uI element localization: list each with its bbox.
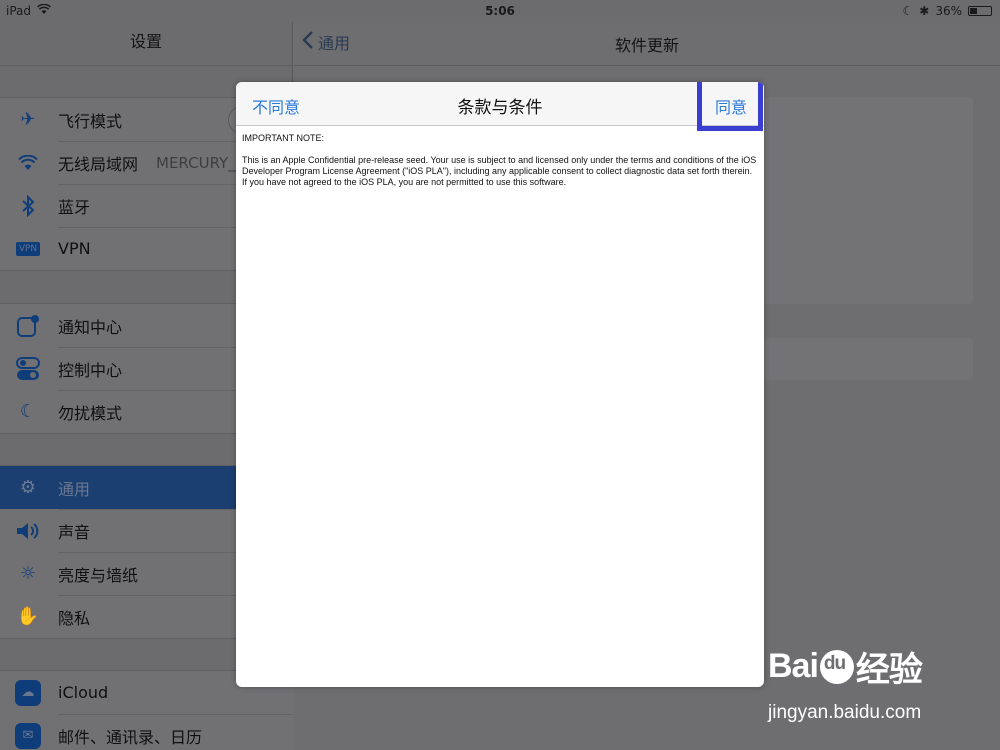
sidebar-item-label: VPN — [58, 239, 91, 258]
sidebar-item-label: 隐私 — [58, 608, 91, 628]
moon-status-icon: ☾ — [902, 4, 914, 18]
sidebar-item-label: 飞行模式 — [58, 111, 123, 131]
sidebar-item-label: 亮度与墙纸 — [58, 565, 139, 585]
detail-nav-bar: 通用 软件更新 — [294, 22, 1000, 66]
modal-title: 条款与条件 — [457, 98, 543, 118]
sound-icon — [14, 517, 42, 545]
terms-modal: 不同意 条款与条件 同意 IMPORTANT NOTE: This is an … — [236, 82, 764, 687]
status-bar: iPad 5:06 ☾ ✱ 36% — [0, 0, 1000, 22]
sidebar-title: 设置 — [0, 22, 292, 66]
update-info-card — [764, 97, 973, 304]
watermark-url: jingyan.baidu.com — [768, 702, 922, 723]
gear-icon: ⚙ — [19, 477, 37, 498]
baidu-watermark: Bai 经验 jingyan.baidu.com — [768, 640, 993, 740]
sidebar-item-label: 通用 — [58, 479, 91, 499]
sidebar-item-label: 邮件、通讯录、日历 — [58, 727, 203, 747]
battery-percent: 36% — [935, 4, 962, 18]
wifi-network-name: MERCURY_ — [156, 153, 236, 172]
wifi-icon — [14, 149, 42, 177]
icloud-icon: ☁ — [14, 679, 42, 707]
sidebar-item-label: 控制中心 — [58, 360, 123, 380]
logo-text-right: 经验 — [855, 651, 923, 689]
moon-icon: ☾ — [19, 401, 37, 422]
sidebar-item-label: 声音 — [58, 522, 91, 542]
logo-text-left: Bai — [768, 647, 819, 685]
sidebar-item-label: 无线局域网 — [58, 154, 139, 174]
modal-header: 不同意 条款与条件 同意 — [236, 82, 764, 131]
sidebar-item-label: 通知中心 — [58, 317, 123, 337]
mail-icon: ✉ — [14, 722, 42, 750]
sidebar-item-label: 勿扰模式 — [58, 403, 123, 423]
update-action-row[interactable] — [764, 338, 973, 380]
sidebar-item-mail[interactable]: ✉ 邮件、通讯录、日历 — [0, 714, 293, 750]
control-center-icon — [14, 355, 42, 383]
agree-button[interactable]: 同意 — [715, 94, 747, 118]
terms-text: IMPORTANT NOTE: This is an Apple Confide… — [236, 126, 764, 206]
notification-center-icon — [14, 312, 42, 340]
battery-icon — [968, 6, 992, 16]
privacy-hand-icon: ✋ — [16, 606, 40, 627]
bluetooth-status-icon: ✱ — [919, 4, 930, 18]
airplane-icon: ✈ — [20, 109, 36, 130]
terms-paragraph: This is an Apple Confidential pre-releas… — [242, 155, 757, 187]
brightness-icon: ☼ — [19, 563, 37, 584]
detail-title: 软件更新 — [614, 36, 679, 55]
paw-icon — [819, 649, 854, 684]
clock: 5:06 — [485, 4, 515, 18]
terms-heading: IMPORTANT NOTE: — [242, 133, 325, 143]
baidu-logo: Bai 经验 — [768, 642, 923, 691]
sidebar-item-label: 蓝牙 — [58, 197, 91, 217]
bluetooth-icon — [14, 192, 42, 220]
vpn-icon: VPN — [14, 235, 42, 263]
sidebar-item-label: iCloud — [58, 683, 109, 702]
